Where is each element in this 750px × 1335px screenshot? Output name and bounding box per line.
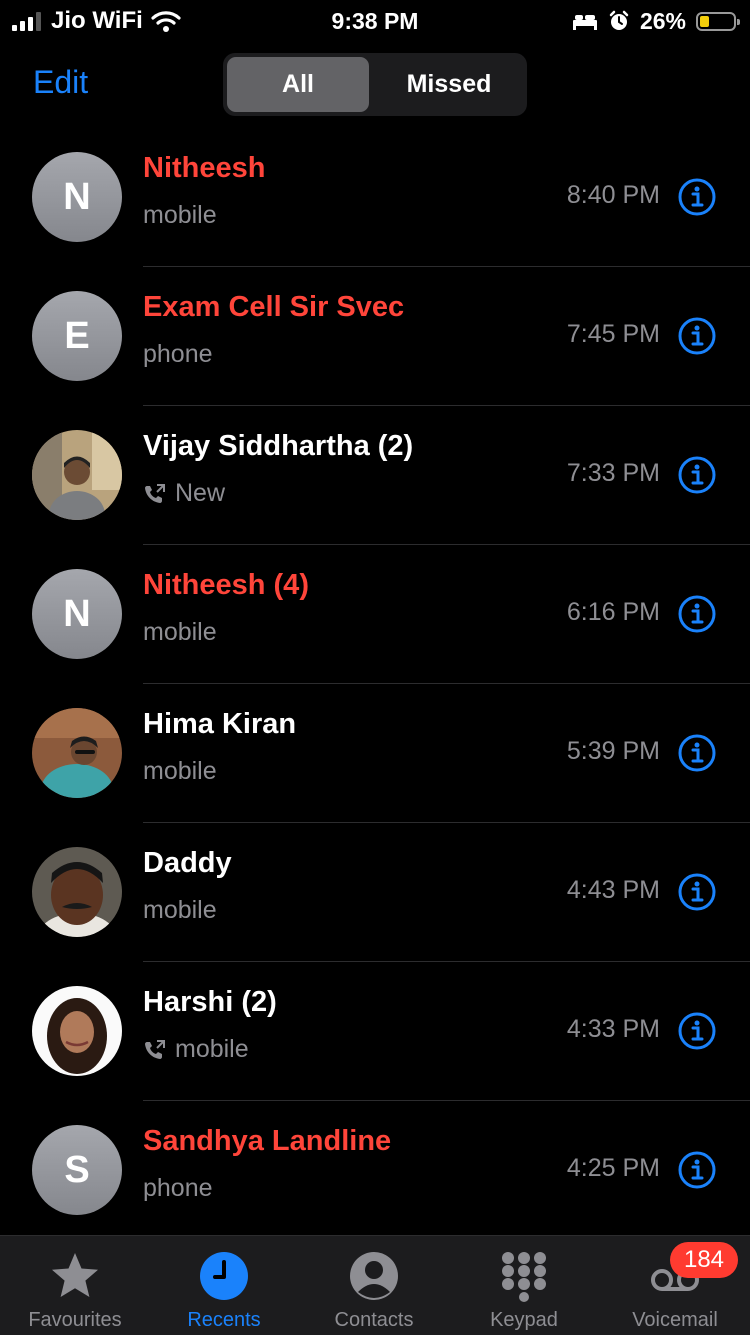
call-time: 4:25 PM xyxy=(566,1154,660,1182)
call-time: 4:43 PM xyxy=(566,876,660,904)
call-time: 7:33 PM xyxy=(566,459,660,487)
call-type-label: mobile xyxy=(143,757,217,785)
segment-missed[interactable]: Missed xyxy=(378,57,520,112)
info-icon[interactable] xyxy=(678,317,716,355)
tab-label: Favourites xyxy=(28,1309,122,1331)
call-detail: phone xyxy=(143,340,213,369)
tab-bar: Favourites Recents Contacts Keypad Voice… xyxy=(0,1235,750,1335)
edit-button[interactable]: Edit xyxy=(33,64,88,101)
call-row[interactable]: E Exam Cell Sir Svec phone 7:45 PM xyxy=(0,267,750,406)
caller-name: Nitheesh xyxy=(143,152,266,184)
call-row[interactable]: Hima Kiran mobile 5:39 PM xyxy=(0,684,750,823)
call-type-label: phone xyxy=(143,1174,213,1202)
call-time: 8:40 PM xyxy=(566,181,660,209)
info-icon[interactable] xyxy=(678,595,716,633)
bed-icon xyxy=(572,15,597,30)
call-time: 5:39 PM xyxy=(566,737,660,765)
battery-icon xyxy=(696,11,740,31)
call-type-label: New xyxy=(175,479,226,507)
outgoing-call-icon xyxy=(145,483,165,503)
avatar-photo xyxy=(32,847,122,937)
call-time: 4:33 PM xyxy=(566,1015,660,1043)
tab-label: Keypad xyxy=(490,1309,558,1331)
caller-name: Hima Kiran xyxy=(143,708,297,740)
filter-segmented-control: All Missed xyxy=(223,53,527,116)
call-type-label: mobile xyxy=(175,1035,249,1063)
caller-name: Daddy xyxy=(143,847,232,879)
info-icon[interactable] xyxy=(678,873,716,911)
tab-contacts[interactable]: Contacts xyxy=(299,1236,449,1335)
outgoing-call-icon xyxy=(145,1039,165,1059)
battery-percent: 26% xyxy=(639,7,686,34)
voicemail-badge: 184 xyxy=(670,1242,738,1278)
avatar-photo xyxy=(32,986,122,1076)
segment-all[interactable]: All xyxy=(227,57,369,112)
call-detail: New xyxy=(143,479,225,508)
avatar: S xyxy=(32,1125,122,1215)
caller-name: Exam Cell Sir Svec xyxy=(143,291,405,323)
caller-name: Harshi (2) xyxy=(143,986,277,1018)
call-detail: mobile xyxy=(143,896,217,925)
alarm-icon xyxy=(609,10,629,30)
person-icon xyxy=(350,1252,398,1300)
keypad-icon xyxy=(502,1252,546,1302)
tab-label: Contacts xyxy=(334,1309,414,1331)
call-row[interactable]: Vijay Siddhartha (2) New 7:33 PM xyxy=(0,406,750,545)
avatar: E xyxy=(32,291,122,381)
recents-list: N Nitheesh mobile 8:40 PM E Exam Cell Si… xyxy=(0,128,750,1240)
caller-name: Nitheesh (4) xyxy=(143,569,309,601)
avatar: N xyxy=(32,569,122,659)
call-time: 7:45 PM xyxy=(566,320,660,348)
info-icon[interactable] xyxy=(678,1151,716,1189)
info-icon[interactable] xyxy=(678,1012,716,1050)
call-detail: phone xyxy=(143,1174,213,1203)
call-row[interactable]: N Nitheesh (4) mobile 6:16 PM xyxy=(0,545,750,684)
call-time: 6:16 PM xyxy=(566,598,660,626)
clock-icon xyxy=(200,1252,248,1300)
star-icon xyxy=(52,1253,98,1297)
call-type-label: mobile xyxy=(143,201,217,229)
call-detail: mobile xyxy=(143,201,217,230)
call-type-label: mobile xyxy=(143,896,217,924)
avatar-photo xyxy=(32,430,122,520)
info-icon[interactable] xyxy=(678,456,716,494)
info-icon[interactable] xyxy=(678,734,716,772)
tab-favourites[interactable]: Favourites xyxy=(0,1236,150,1335)
tab-label: Recents xyxy=(187,1309,261,1331)
call-row[interactable]: Harshi (2) mobile 4:33 PM xyxy=(0,962,750,1101)
caller-name: Vijay Siddhartha (2) xyxy=(143,430,414,462)
call-row[interactable]: N Nitheesh mobile 8:40 PM xyxy=(0,128,750,267)
call-detail: mobile xyxy=(143,757,217,786)
call-row[interactable]: S Sandhya Landline phone 4:25 PM xyxy=(0,1101,750,1240)
caller-name: Sandhya Landline xyxy=(143,1125,392,1157)
tab-label: Voicemail xyxy=(632,1309,718,1331)
call-type-label: mobile xyxy=(143,618,217,646)
call-detail: mobile xyxy=(143,1035,249,1064)
call-row[interactable]: Daddy mobile 4:43 PM xyxy=(0,823,750,962)
tab-keypad[interactable]: Keypad xyxy=(449,1236,599,1335)
status-bar: Jio WiFi 9:38 PM 26% xyxy=(0,0,750,42)
avatar: N xyxy=(32,152,122,242)
info-icon[interactable] xyxy=(678,178,716,216)
avatar-photo xyxy=(32,708,122,798)
tab-recents[interactable]: Recents xyxy=(149,1236,299,1335)
call-detail: mobile xyxy=(143,618,217,647)
call-type-label: phone xyxy=(143,340,213,368)
